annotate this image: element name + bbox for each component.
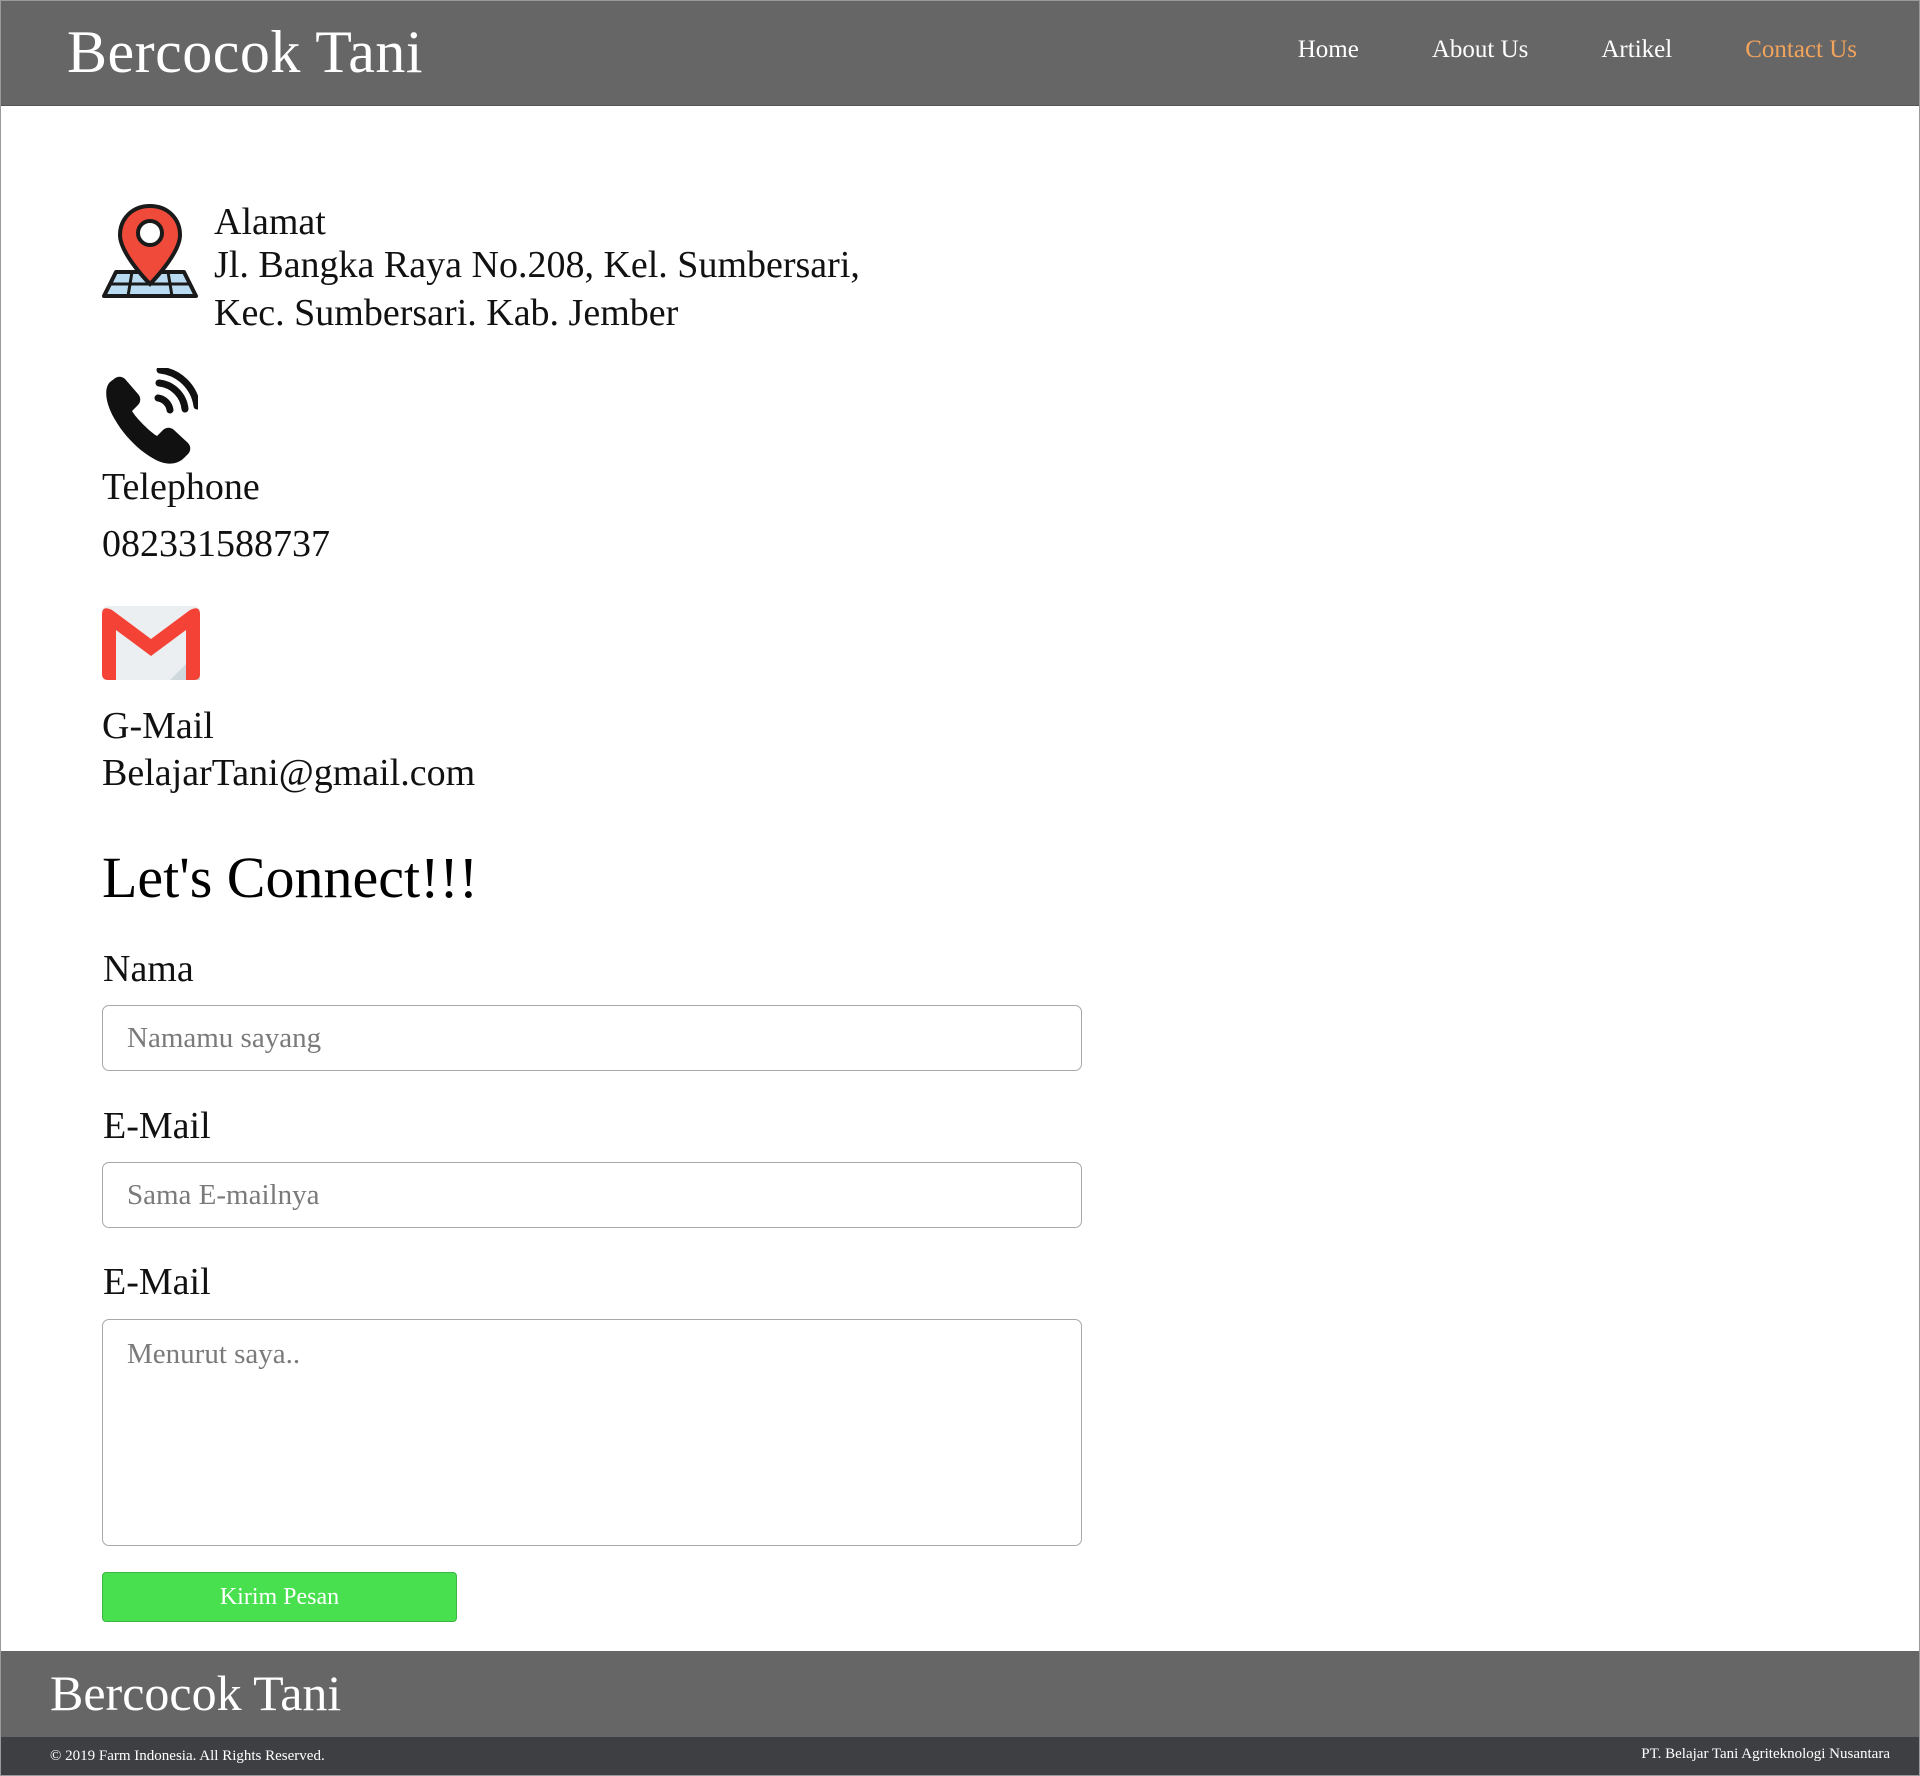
gmail-title: G-Mail [102, 705, 214, 747]
nav-contact-us-link[interactable]: Contact Us [1745, 33, 1857, 67]
phone-icon [106, 368, 198, 464]
message-textarea[interactable] [102, 1319, 1082, 1546]
top-nav-bar: Bercocok Tani Home About Us Artikel Cont… [0, 0, 1920, 106]
main-nav: Home About Us Artikel Contact Us [1225, 33, 1857, 67]
email-label: E-Mail [103, 1105, 211, 1147]
footer: Bercocok Tani [0, 1651, 1920, 1737]
address-line-2: Kec. Sumbersari. Kab. Jember [214, 292, 679, 334]
address-line-1: Jl. Bangka Raya No.208, Kel. Sumbersari, [214, 244, 860, 286]
message-label: E-Mail [103, 1261, 211, 1303]
company-name: PT. Belajar Tani Agriteknologi Nusantara [1641, 1746, 1890, 1762]
phone-number: 082331588737 [102, 523, 330, 565]
phone-title: Telephone [102, 466, 260, 508]
address-title: Alamat [214, 201, 326, 243]
name-input[interactable] [102, 1005, 1082, 1071]
gmail-icon [102, 606, 200, 680]
name-label: Nama [103, 948, 194, 990]
form-heading: Let's Connect!!! [102, 845, 479, 910]
sub-footer: © 2019 Farm Indonesia. All Rights Reserv… [0, 1737, 1920, 1776]
nav-home-link[interactable]: Home [1298, 33, 1359, 67]
send-message-button[interactable]: Kirim Pesan [102, 1572, 457, 1622]
footer-brand: Bercocok Tani [50, 1665, 342, 1721]
copyright-text: © 2019 Farm Indonesia. All Rights Reserv… [50, 1748, 325, 1764]
gmail-address: BelajarTani@gmail.com [102, 752, 476, 794]
site-brand[interactable]: Bercocok Tani [67, 16, 423, 88]
nav-about-us-link[interactable]: About Us [1432, 33, 1529, 67]
email-input[interactable] [102, 1162, 1082, 1228]
map-pin-icon [102, 203, 198, 298]
nav-artikel-link[interactable]: Artikel [1601, 33, 1672, 67]
